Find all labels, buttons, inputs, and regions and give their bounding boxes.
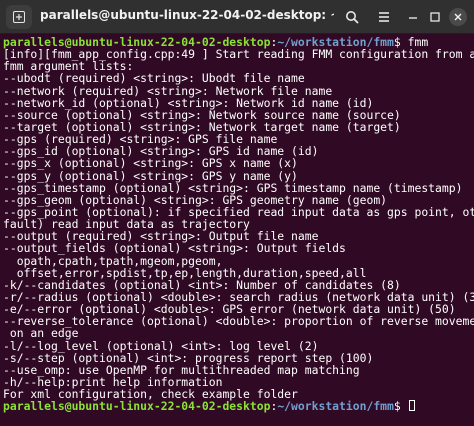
new-tab-icon bbox=[13, 11, 25, 23]
maximize-button[interactable] bbox=[424, 5, 446, 29]
minimize-icon bbox=[409, 17, 417, 19]
text-cursor bbox=[408, 400, 415, 412]
output-line: offset,error,spdist,tp,ep,length,duratio… bbox=[3, 265, 367, 280]
minimize-button[interactable] bbox=[402, 5, 424, 29]
output-line: --ubodt (required) <string>: Ubodt file … bbox=[3, 71, 305, 86]
window-title: parallels@ubuntu-linux-22-04-02-desktop:… bbox=[40, 8, 334, 22]
menu-button[interactable] bbox=[372, 5, 396, 29]
search-icon bbox=[346, 11, 359, 24]
output-line: opath,cpath,tpath,mgeom,pgeom, bbox=[3, 253, 223, 268]
output-line: -s/--step (optional) <int>: progress rep… bbox=[3, 350, 374, 365]
output-line: --network (required) <string>: Network f… bbox=[3, 83, 333, 98]
terminal-output[interactable]: parallels@ubuntu-linux-22-04-02-desktop:… bbox=[0, 34, 474, 426]
output-line: --gps_x (optional) <string>: GPS x name … bbox=[3, 156, 298, 171]
new-tab-button[interactable] bbox=[6, 5, 32, 29]
title-bar[interactable]: parallels@ubuntu-linux-22-04-02-desktop:… bbox=[0, 0, 474, 34]
output-line: on an edge bbox=[3, 326, 79, 341]
prompt-end: $ bbox=[393, 399, 408, 414]
close-button[interactable] bbox=[448, 5, 468, 29]
terminal-window: parallels@ubuntu-linux-22-04-02-desktop:… bbox=[0, 0, 474, 426]
prompt-host: parallels@ubuntu-linux-22-04-02-desktop bbox=[3, 399, 271, 414]
hamburger-menu-icon bbox=[379, 12, 389, 22]
output-line: --output_fields (optional) <string>: Out… bbox=[3, 241, 346, 256]
maximize-icon bbox=[430, 12, 440, 22]
prompt-path: ~/workstation/fmm bbox=[277, 399, 394, 414]
search-button[interactable] bbox=[340, 5, 364, 29]
output-line: -l/--log_level (optional) <int>: log lev… bbox=[3, 338, 319, 353]
output-line: --gps_y (optional) <string>: GPS y name … bbox=[3, 168, 298, 183]
current-prompt-line[interactable]: parallels@ubuntu-linux-22-04-02-desktop:… bbox=[3, 400, 474, 412]
close-icon bbox=[454, 13, 462, 21]
output-line: --gps_timestamp (optional) <string>: GPS… bbox=[3, 180, 463, 195]
